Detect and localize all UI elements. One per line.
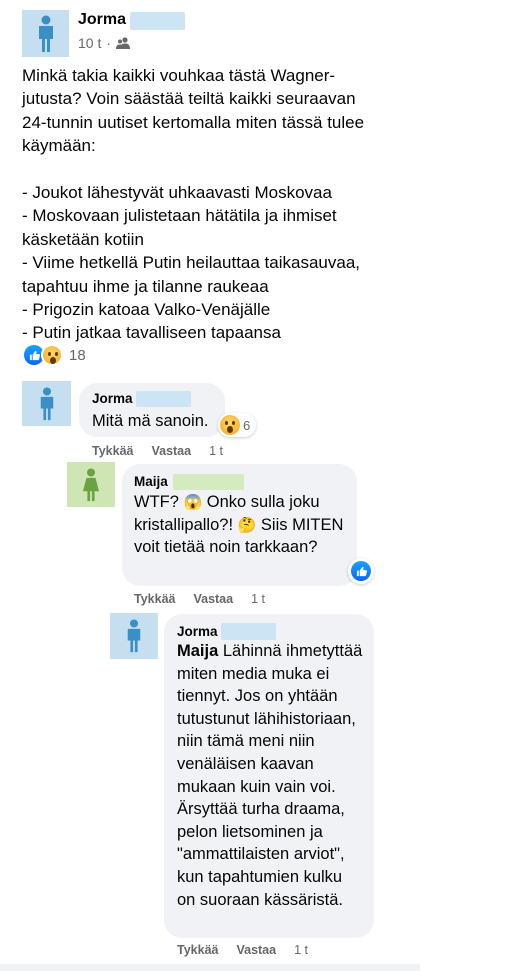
wow-icon bbox=[41, 344, 63, 366]
comment-actions: Tykkää Vastaa 1 t bbox=[92, 444, 223, 458]
reply-button[interactable]: Vastaa bbox=[151, 444, 191, 458]
bottom-divider bbox=[0, 964, 420, 971]
nested-reply-text: Maija Lähinnä ihmetyttää miten media muk… bbox=[177, 642, 363, 909]
person-icon bbox=[40, 386, 53, 420]
comment-time[interactable]: 1 t bbox=[209, 444, 223, 458]
reply-reactions[interactable] bbox=[348, 558, 374, 584]
like-icon bbox=[351, 561, 371, 581]
comment-avatar[interactable] bbox=[22, 381, 71, 426]
comment-text: Mitä mä sanoin. bbox=[92, 412, 209, 430]
comment-reactions[interactable]: 6 bbox=[218, 413, 257, 437]
like-button[interactable]: Tykkää bbox=[134, 592, 175, 606]
post-meta: 10 t · bbox=[78, 35, 131, 51]
nested-reply-time[interactable]: 1 t bbox=[294, 943, 308, 957]
post-author-avatar[interactable] bbox=[22, 10, 69, 57]
reply-avatar[interactable] bbox=[67, 462, 115, 507]
meta-separator: · bbox=[106, 35, 112, 51]
redacted-surname bbox=[173, 474, 244, 490]
post-author-name[interactable]: Jorma bbox=[78, 11, 126, 29]
person-female-icon bbox=[82, 467, 100, 501]
like-button[interactable]: Tykkää bbox=[177, 943, 218, 957]
post-reactions[interactable]: 18 bbox=[24, 344, 86, 366]
reply-button[interactable]: Vastaa bbox=[236, 943, 276, 957]
comment-author-name[interactable]: Jorma bbox=[92, 391, 133, 406]
reply-text: WTF? 😱 Onko sulla joku kristallipallo?! … bbox=[134, 493, 344, 557]
redacted-surname bbox=[136, 391, 191, 407]
post-time[interactable]: 10 t bbox=[78, 35, 101, 51]
thinking-face-icon: 🤔 bbox=[237, 516, 257, 534]
redacted-surname bbox=[130, 12, 185, 30]
mention-link[interactable]: Maija bbox=[177, 642, 218, 660]
friends-icon bbox=[116, 37, 131, 49]
face-screaming-icon: 😱 bbox=[183, 494, 203, 511]
like-button[interactable]: Tykkää bbox=[92, 444, 133, 458]
reply-time[interactable]: 1 t bbox=[251, 592, 265, 606]
person-icon bbox=[127, 619, 141, 653]
reply-button[interactable]: Vastaa bbox=[193, 592, 233, 606]
reply-author-name[interactable]: Maija bbox=[134, 474, 168, 489]
wow-icon bbox=[220, 415, 240, 435]
redacted-surname bbox=[221, 623, 276, 640]
nested-reply-actions: Tykkää Vastaa 1 t bbox=[177, 943, 308, 957]
nested-reply-avatar[interactable] bbox=[110, 613, 158, 659]
person-icon bbox=[38, 15, 53, 52]
post-reaction-count: 18 bbox=[69, 346, 86, 364]
reply-actions: Tykkää Vastaa 1 t bbox=[134, 592, 265, 606]
comment-reaction-count: 6 bbox=[243, 417, 251, 433]
post-body: Minkä takia kaikki vouhkaa tästä Wagner-… bbox=[22, 66, 365, 343]
nested-reply-author-name[interactable]: Jorma bbox=[177, 624, 218, 639]
